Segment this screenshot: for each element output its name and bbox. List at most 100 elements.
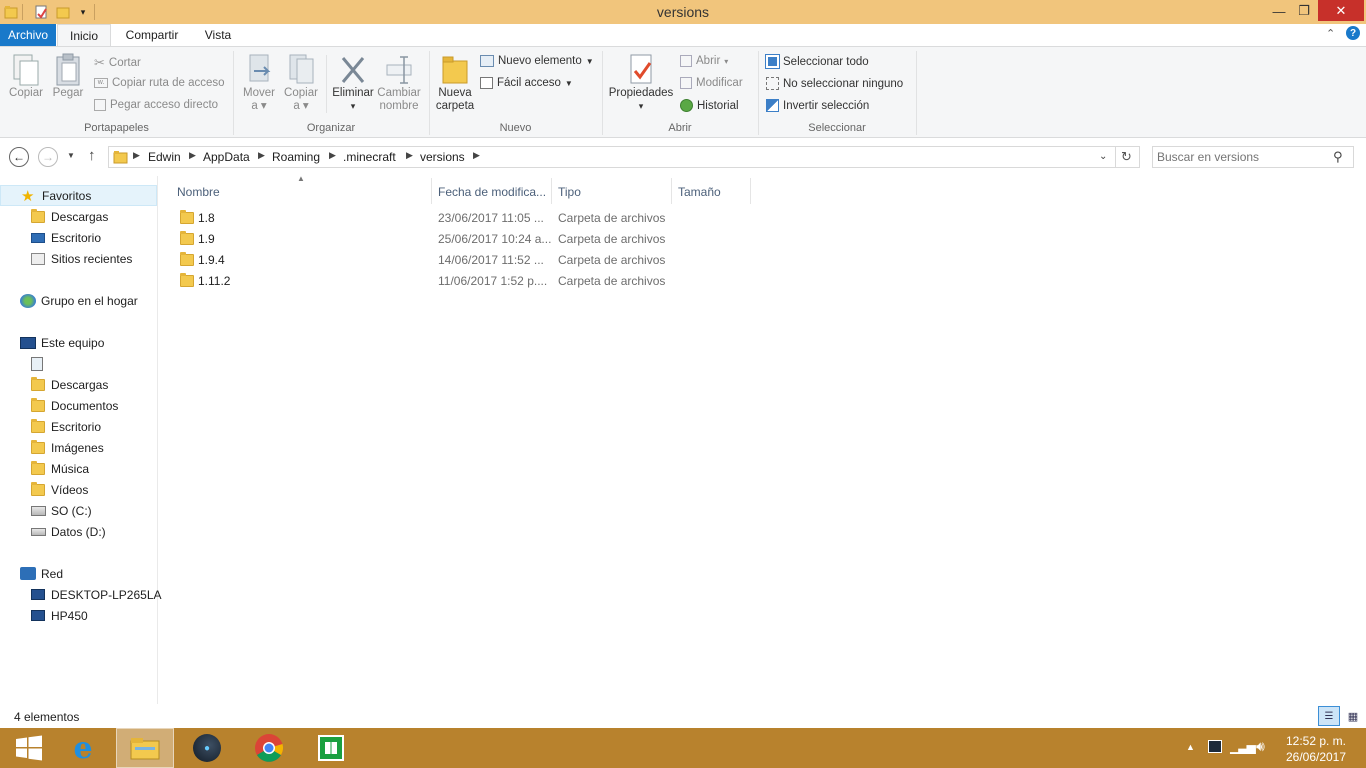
collapse-ribbon-icon[interactable]: ⌃ <box>1326 27 1335 40</box>
breadcrumb-appdata[interactable]: AppData <box>203 150 250 164</box>
sidebar-item-videos[interactable]: Vídeos <box>0 479 157 500</box>
copy-button[interactable]: Copiar <box>6 53 46 100</box>
new-folder-button[interactable]: Nueva carpeta <box>434 53 476 113</box>
back-arrow-icon[interactable]: ← <box>9 147 29 167</box>
move-to-button[interactable]: Mover a ▾ <box>238 53 280 113</box>
select-all-button[interactable]: Seleccionar todo <box>765 54 869 69</box>
help-icon[interactable]: ? <box>1346 26 1360 40</box>
search-input[interactable] <box>1157 149 1327 165</box>
sidebar-item-grupo-hogar[interactable]: Grupo en el hogar <box>0 290 157 311</box>
breadcrumb-edwin[interactable]: Edwin <box>148 150 181 164</box>
tab-compartir[interactable]: Compartir <box>114 24 190 46</box>
details-view-icon[interactable]: ☰ <box>1318 706 1340 726</box>
sidebar-item-device[interactable] <box>0 353 157 374</box>
column-header-size[interactable]: Tamaño <box>678 181 748 203</box>
paste-shortcut-icon <box>94 99 106 111</box>
invert-selection-button[interactable]: Invertir selección <box>766 99 869 112</box>
new-item-icon <box>480 55 494 67</box>
select-all-icon <box>765 54 780 69</box>
recent-locations-chevron-icon[interactable]: ▼ <box>67 151 75 160</box>
select-none-icon <box>766 77 779 90</box>
clock[interactable]: 12:52 p. m. 26/06/2017 <box>1284 733 1348 765</box>
downloads-folder-icon <box>31 376 45 391</box>
address-dropdown-icon[interactable]: ⌄ <box>1099 151 1107 162</box>
column-header-name[interactable]: Nombre <box>177 181 429 203</box>
folder-icon <box>180 251 194 266</box>
chevron-down-icon: ▼ <box>585 56 594 66</box>
sidebar-item-sitios-recientes[interactable]: Sitios recientes <box>0 248 157 269</box>
close-button[interactable]: ✕ <box>1318 0 1364 21</box>
breadcrumb-versions[interactable]: versions <box>420 150 465 164</box>
rename-button[interactable]: Cambiar nombre <box>376 53 422 113</box>
copy-to-button[interactable]: Copiar a ▾ <box>281 53 321 113</box>
file-type: Carpeta de archivos <box>558 231 666 246</box>
sidebar-item-descargas-fav[interactable]: Descargas <box>0 206 157 227</box>
search-icon[interactable]: ⚲ <box>1333 149 1343 165</box>
table-row[interactable]: 1.8 23/06/2017 11:05 ... Carpeta de arch… <box>172 207 752 228</box>
properties-button[interactable]: Propiedades ▾ <box>606 53 676 113</box>
show-hidden-icons-icon[interactable]: ▲ <box>1186 742 1195 752</box>
taskbar-internet-explorer[interactable]: e <box>54 728 112 768</box>
table-row[interactable]: 1.9.4 14/06/2017 11:52 ... Carpeta de ar… <box>172 249 752 270</box>
cut-button[interactable]: ✂ Cortar <box>94 55 141 71</box>
copy-path-button[interactable]: w. Copiar ruta de acceso <box>94 77 225 89</box>
music-folder-icon <box>31 460 45 475</box>
taskbar-store[interactable] <box>302 728 360 768</box>
sidebar-item-este-equipo[interactable]: Este equipo <box>0 332 157 353</box>
file-type: Carpeta de archivos <box>558 210 666 225</box>
tab-archivo[interactable]: Archivo <box>0 24 56 46</box>
taskbar-file-explorer[interactable] <box>116 728 174 768</box>
sidebar-item-favoritos[interactable]: ★ Favoritos <box>0 185 157 206</box>
column-header-date[interactable]: Fecha de modifica... <box>438 181 548 203</box>
videos-folder-icon <box>31 481 45 496</box>
search-box[interactable]: ⚲ <box>1152 146 1354 168</box>
address-bar[interactable]: ▶ Edwin ▶ AppData ▶ Roaming ▶ .minecraft… <box>108 146 1116 168</box>
easy-access-button[interactable]: Fácil acceso ▼ <box>480 77 573 89</box>
table-row[interactable]: 1.9 25/06/2017 10:24 a... Carpeta de arc… <box>172 228 752 249</box>
network-computer-icon <box>31 610 45 621</box>
new-item-button[interactable]: Nuevo elemento ▼ <box>480 55 594 67</box>
paste-shortcut-button[interactable]: Pegar acceso directo <box>94 99 218 111</box>
chrome-icon <box>255 734 284 762</box>
pictures-folder-icon <box>31 439 45 454</box>
sidebar-item-desktop-lp265la[interactable]: DESKTOP-LP265LA <box>0 584 162 605</box>
sidebar-item-descargas[interactable]: Descargas <box>0 374 157 395</box>
maximize-button[interactable]: ❐ <box>1290 0 1318 22</box>
select-none-button[interactable]: No seleccionar ninguno <box>766 77 903 90</box>
wifi-signal-icon[interactable]: ▁▃▅ <box>1230 740 1256 754</box>
edit-button[interactable]: Modificar <box>680 77 743 89</box>
breadcrumb-minecraft[interactable]: .minecraft <box>343 150 396 164</box>
up-arrow-icon[interactable]: ↑ <box>88 147 96 164</box>
taskbar-chrome[interactable] <box>240 728 298 768</box>
paste-button[interactable]: Pegar <box>48 53 88 100</box>
sidebar-item-escritorio[interactable]: Escritorio <box>0 416 157 437</box>
sidebar-item-imagenes[interactable]: Imágenes <box>0 437 157 458</box>
sidebar-item-datos-d[interactable]: Datos (D:) <box>0 521 157 542</box>
forward-arrow-icon[interactable]: → <box>38 147 58 167</box>
column-header-type[interactable]: Tipo <box>558 181 668 203</box>
large-icons-view-icon[interactable]: ▦ <box>1344 707 1362 725</box>
start-button[interactable] <box>0 728 58 768</box>
sidebar-item-documentos[interactable]: Documentos <box>0 395 157 416</box>
taskbar-app-dark[interactable]: ● <box>178 728 236 768</box>
delete-button[interactable]: Eliminar ▾ <box>330 53 376 113</box>
sidebar-item-hp450[interactable]: HP450 <box>0 605 157 626</box>
file-name: 1.9.4 <box>198 252 225 267</box>
breadcrumb-roaming[interactable]: Roaming <box>272 150 320 164</box>
volume-icon[interactable]: 🔊︎ <box>1256 738 1265 755</box>
table-row[interactable]: 1.11.2 11/06/2017 1:52 p.... Carpeta de … <box>172 270 752 291</box>
sidebar-item-red[interactable]: Red <box>0 563 157 584</box>
network-computer-icon <box>31 589 45 600</box>
tab-inicio[interactable]: Inicio <box>57 24 111 47</box>
sidebar-item-escritorio-fav[interactable]: Escritorio <box>0 227 157 248</box>
history-button[interactable]: Historial <box>680 99 739 112</box>
sidebar-item-so-c[interactable]: SO (C:) <box>0 500 157 521</box>
recent-places-icon <box>31 252 45 265</box>
sidebar-item-musica[interactable]: Música <box>0 458 157 479</box>
open-button[interactable]: Abrir ▾ <box>680 55 728 67</box>
navigation-bar: ← → ▼ ↑ ▶ Edwin ▶ AppData ▶ Roaming ▶ .m… <box>0 139 1366 175</box>
refresh-button[interactable]: ↻ <box>1116 146 1140 168</box>
action-center-icon[interactable] <box>1208 740 1222 753</box>
tab-vista[interactable]: Vista <box>196 24 240 46</box>
copy-icon <box>13 54 39 86</box>
